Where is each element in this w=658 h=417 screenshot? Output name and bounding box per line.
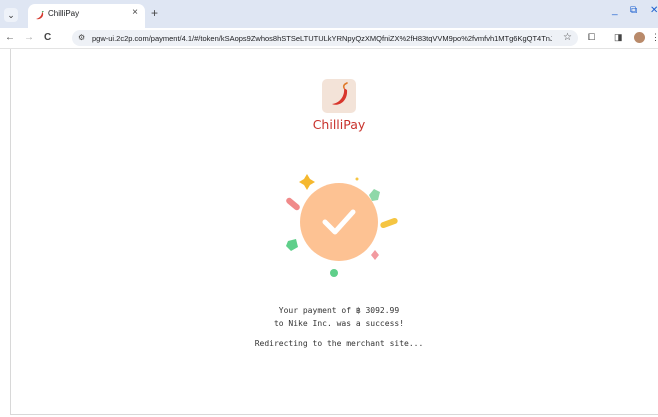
profile-avatar[interactable] xyxy=(634,32,645,43)
tab-search-menu-icon[interactable]: ⌄ xyxy=(4,8,18,22)
tab-chillipay[interactable]: ChilliPay × xyxy=(28,4,145,28)
extensions-icon[interactable]: ⧠ xyxy=(588,31,595,44)
success-illustration xyxy=(286,174,398,277)
pill-pink xyxy=(286,197,300,211)
restore-icon[interactable]: ⧉ xyxy=(630,5,637,17)
gem-green-left xyxy=(286,239,298,251)
forward-icon[interactable]: → xyxy=(24,31,34,45)
tab-close-icon[interactable]: × xyxy=(132,8,138,18)
reload-icon[interactable]: C xyxy=(44,31,51,45)
brand-name: ChilliPay xyxy=(312,117,366,132)
more-menu-icon[interactable]: ⋮ xyxy=(651,31,658,44)
site-info-icon[interactable]: ⚙ xyxy=(78,32,85,44)
tab-title: ChilliPay xyxy=(48,9,80,18)
chili-favicon-icon xyxy=(36,11,44,20)
close-window-icon[interactable]: ✕ xyxy=(650,5,658,17)
payment-amount-text: Your payment of ฿ 3092.99 xyxy=(278,306,400,315)
payment-success-text: to Nike Inc. was a success! xyxy=(273,319,405,328)
chili-pepper-icon xyxy=(322,79,356,113)
side-panel-icon[interactable]: ◨ xyxy=(614,31,623,44)
bookmark-star-icon[interactable]: ☆ xyxy=(563,31,572,44)
gem-green-top xyxy=(369,189,380,201)
back-icon[interactable]: ← xyxy=(5,31,15,45)
dot-small-yellow xyxy=(355,177,359,181)
sparkle-yellow xyxy=(299,174,315,190)
address-bar[interactable]: ⚙ pgw-ui.2c2p.com/payment/4.1/#/token/kS… xyxy=(72,30,578,46)
redirect-text: Redirecting to the merchant site... xyxy=(254,339,424,348)
pill-yellow xyxy=(380,217,398,229)
success-circle xyxy=(300,183,378,261)
dot-green xyxy=(330,269,338,277)
minimize-icon[interactable]: _ xyxy=(612,5,618,17)
url-text[interactable]: pgw-ui.2c2p.com/payment/4.1/#/token/kSAo… xyxy=(92,33,552,44)
browser-toolbar: ← → C ⚙ pgw-ui.2c2p.com/payment/4.1/#/to… xyxy=(0,28,658,48)
new-tab-icon[interactable]: + xyxy=(151,6,158,20)
browser-tab-bar: ⌄ ChilliPay × + _ ⧉ ✕ xyxy=(0,0,658,28)
diamond-pink xyxy=(371,250,379,260)
